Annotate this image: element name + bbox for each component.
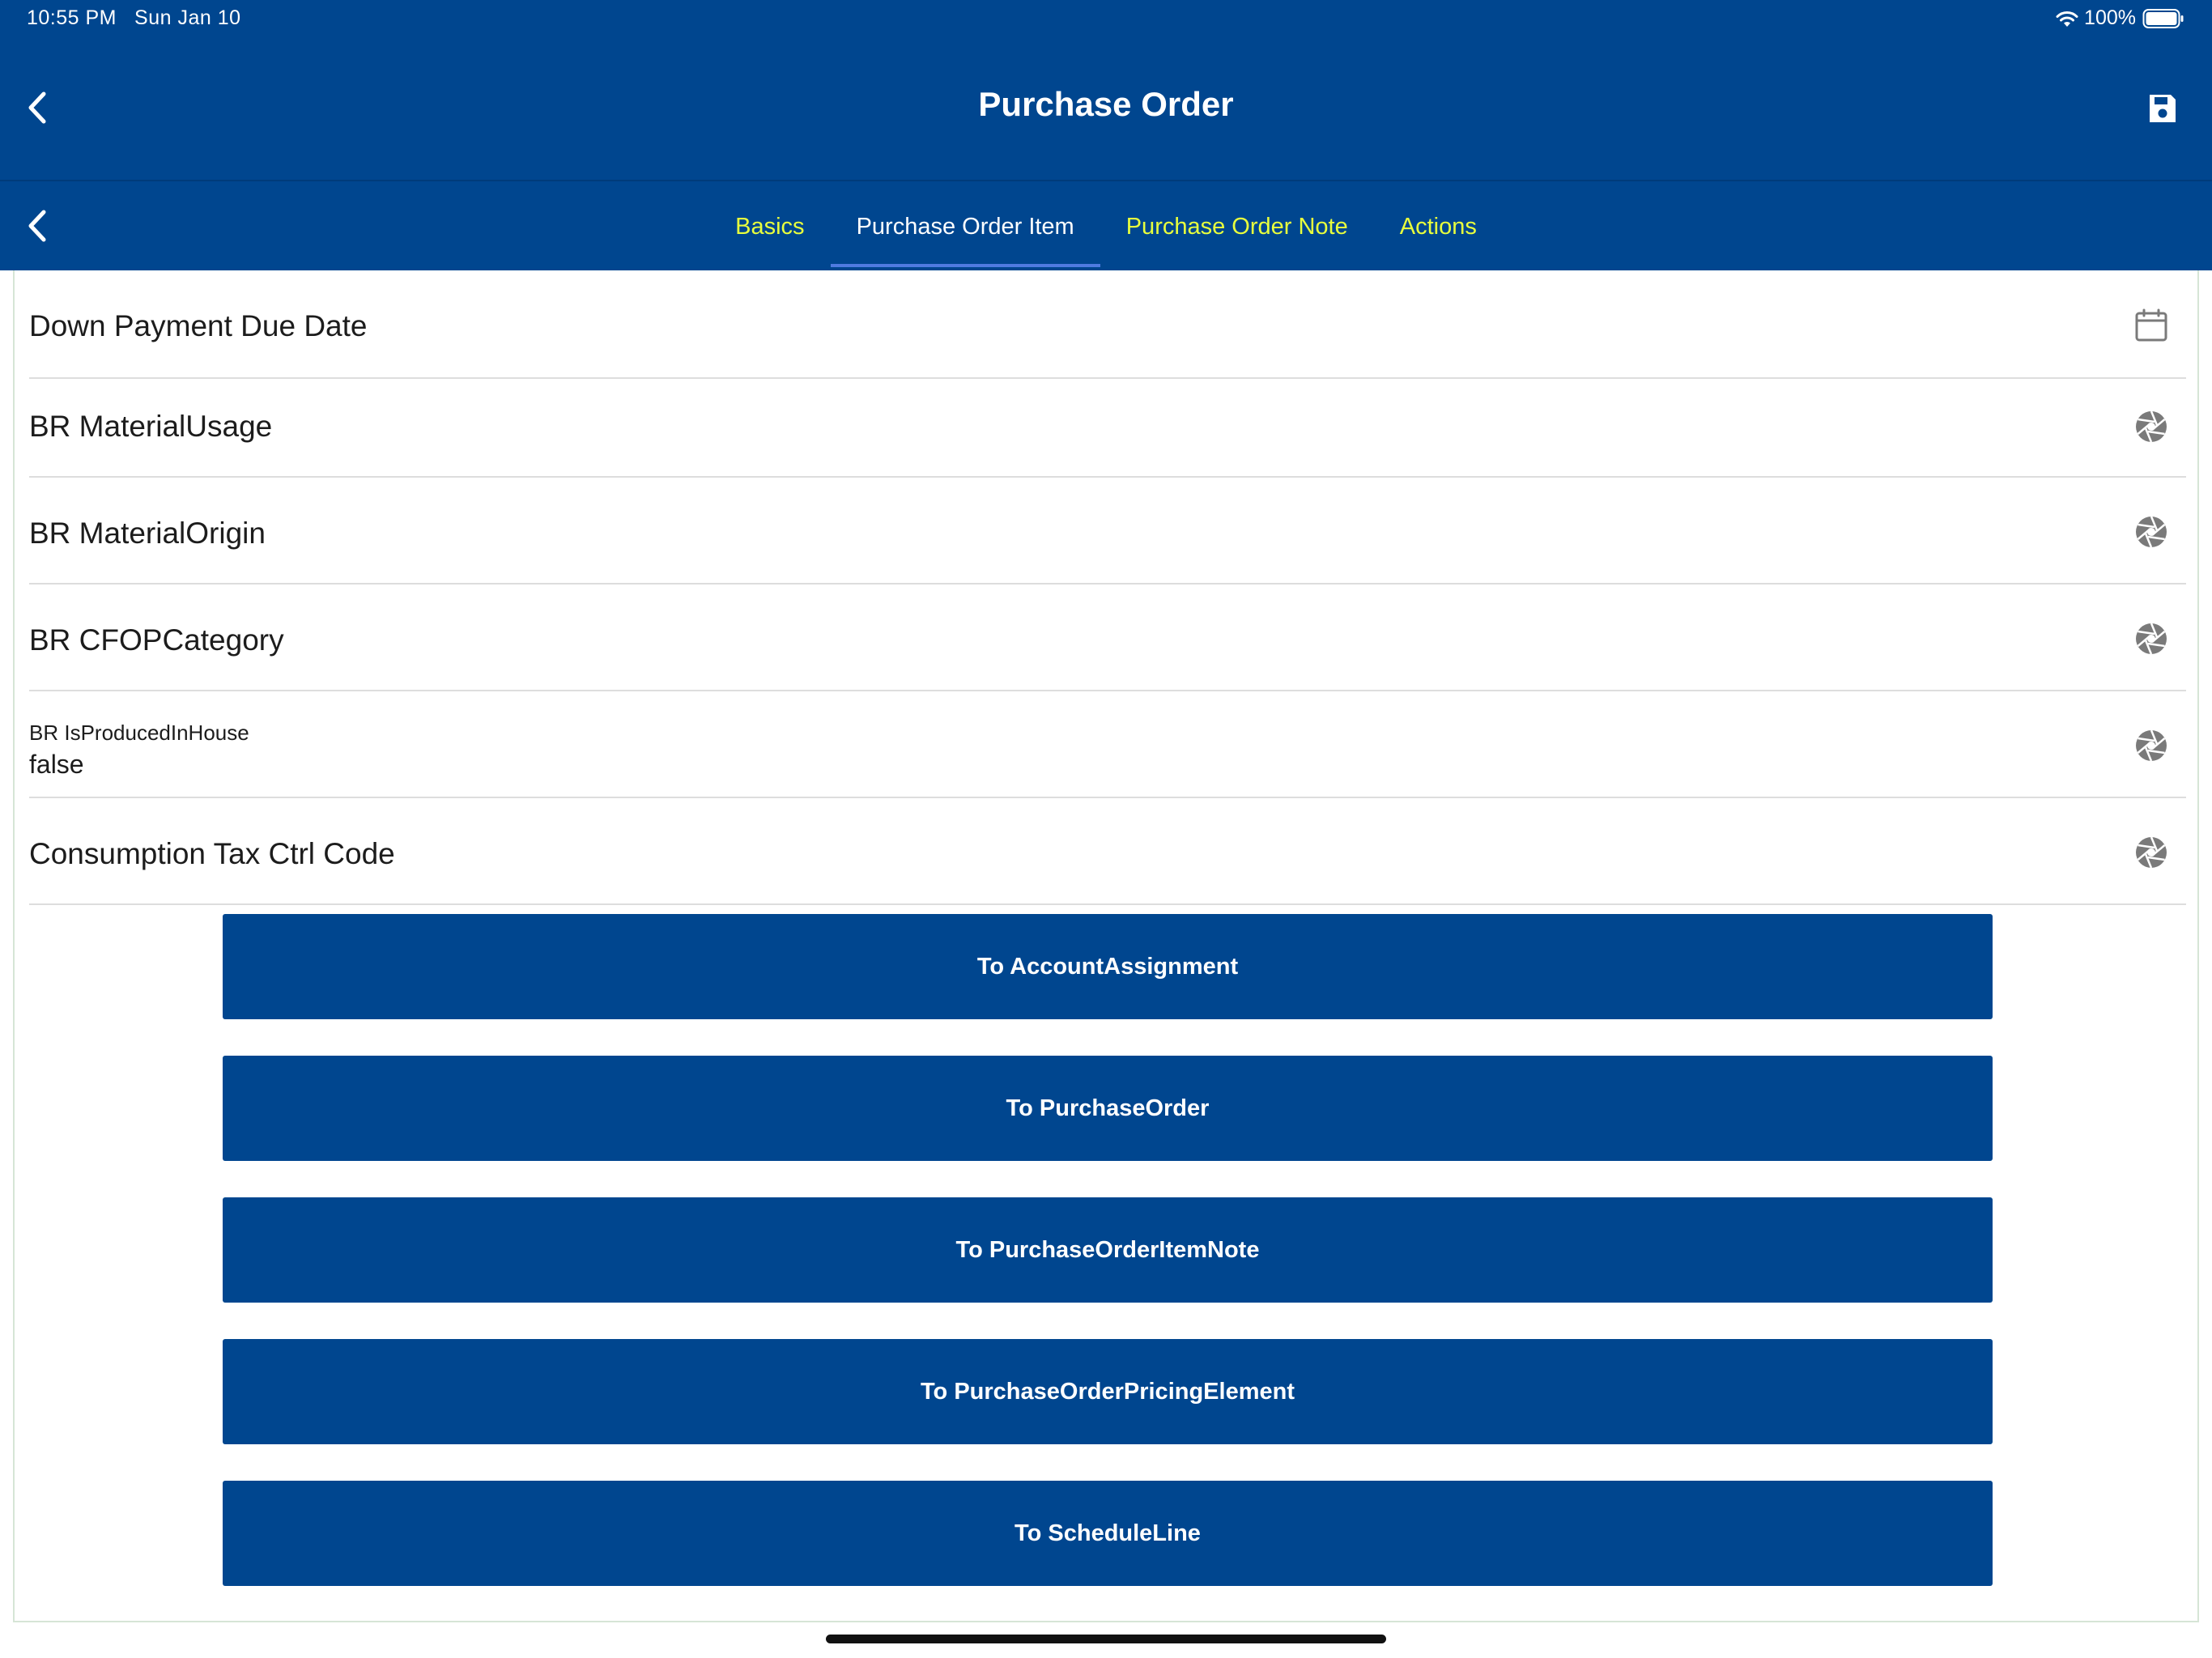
form-content: Down Payment Due Date BR MaterialUsage B… [13, 270, 2199, 1622]
page-title: Purchase Order [978, 85, 1234, 123]
aperture-icon[interactable] [2134, 835, 2168, 869]
field-label: Consumption Tax Ctrl Code [29, 837, 395, 870]
aperture-icon[interactable] [2134, 729, 2168, 763]
to-schedule-line-button[interactable]: To ScheduleLine [223, 1481, 1993, 1586]
field-br-is-produced-in-house[interactable]: BR IsProducedInHouse false [29, 691, 2186, 798]
field-down-payment-due-date[interactable]: Down Payment Due Date [29, 270, 2186, 379]
field-label: BR IsProducedInHouse [29, 721, 249, 745]
field-br-material-usage[interactable]: BR MaterialUsage [29, 379, 2186, 478]
field-label: BR MaterialUsage [29, 410, 273, 443]
tabs: Basics Purchase Order Item Purchase Orde… [0, 181, 2212, 272]
to-purchase-order-pricing-element-button[interactable]: To PurchaseOrderPricingElement [223, 1339, 1993, 1444]
field-consumption-tax-ctrl-code[interactable]: Consumption Tax Ctrl Code [29, 798, 2186, 905]
tab-basics[interactable]: Basics [709, 181, 830, 272]
to-purchase-order-item-note-button[interactable]: To PurchaseOrderItemNote [223, 1197, 1993, 1303]
field-br-material-origin[interactable]: BR MaterialOrigin [29, 478, 2186, 585]
aperture-icon[interactable] [2134, 622, 2168, 656]
wifi-icon [2056, 11, 2078, 27]
status-bar-right: 100% [2055, 6, 2184, 30]
calendar-icon[interactable] [2134, 308, 2168, 342]
field-label: Down Payment Due Date [29, 309, 368, 342]
save-icon[interactable] [2147, 92, 2178, 125]
battery-percent: 100% [2084, 6, 2136, 29]
aperture-icon[interactable] [2134, 515, 2168, 549]
field-value: false [29, 750, 84, 779]
app-header: 10:55 PM Sun Jan 10 100% Purchase Order [0, 0, 2212, 180]
tab-bar: Basics Purchase Order Item Purchase Orde… [0, 180, 2212, 270]
to-account-assignment-button[interactable]: To AccountAssignment [223, 914, 1993, 1019]
status-bar-left: 10:55 PM Sun Jan 10 [27, 6, 241, 30]
tab-purchase-order-item[interactable]: Purchase Order Item [830, 181, 1100, 272]
battery-icon [2142, 8, 2184, 28]
field-br-cfop-category[interactable]: BR CFOPCategory [29, 585, 2186, 691]
tab-purchase-order-note[interactable]: Purchase Order Note [1100, 181, 1374, 272]
status-date: Sun Jan 10 [134, 6, 241, 29]
to-purchase-order-button[interactable]: To PurchaseOrder [223, 1056, 1993, 1161]
home-indicator[interactable] [826, 1635, 1386, 1643]
field-label: BR MaterialOrigin [29, 517, 266, 550]
tab-actions[interactable]: Actions [1374, 181, 1503, 272]
aperture-icon[interactable] [2134, 410, 2168, 444]
status-time: 10:55 PM [27, 6, 117, 29]
field-label: BR CFOPCategory [29, 623, 284, 657]
